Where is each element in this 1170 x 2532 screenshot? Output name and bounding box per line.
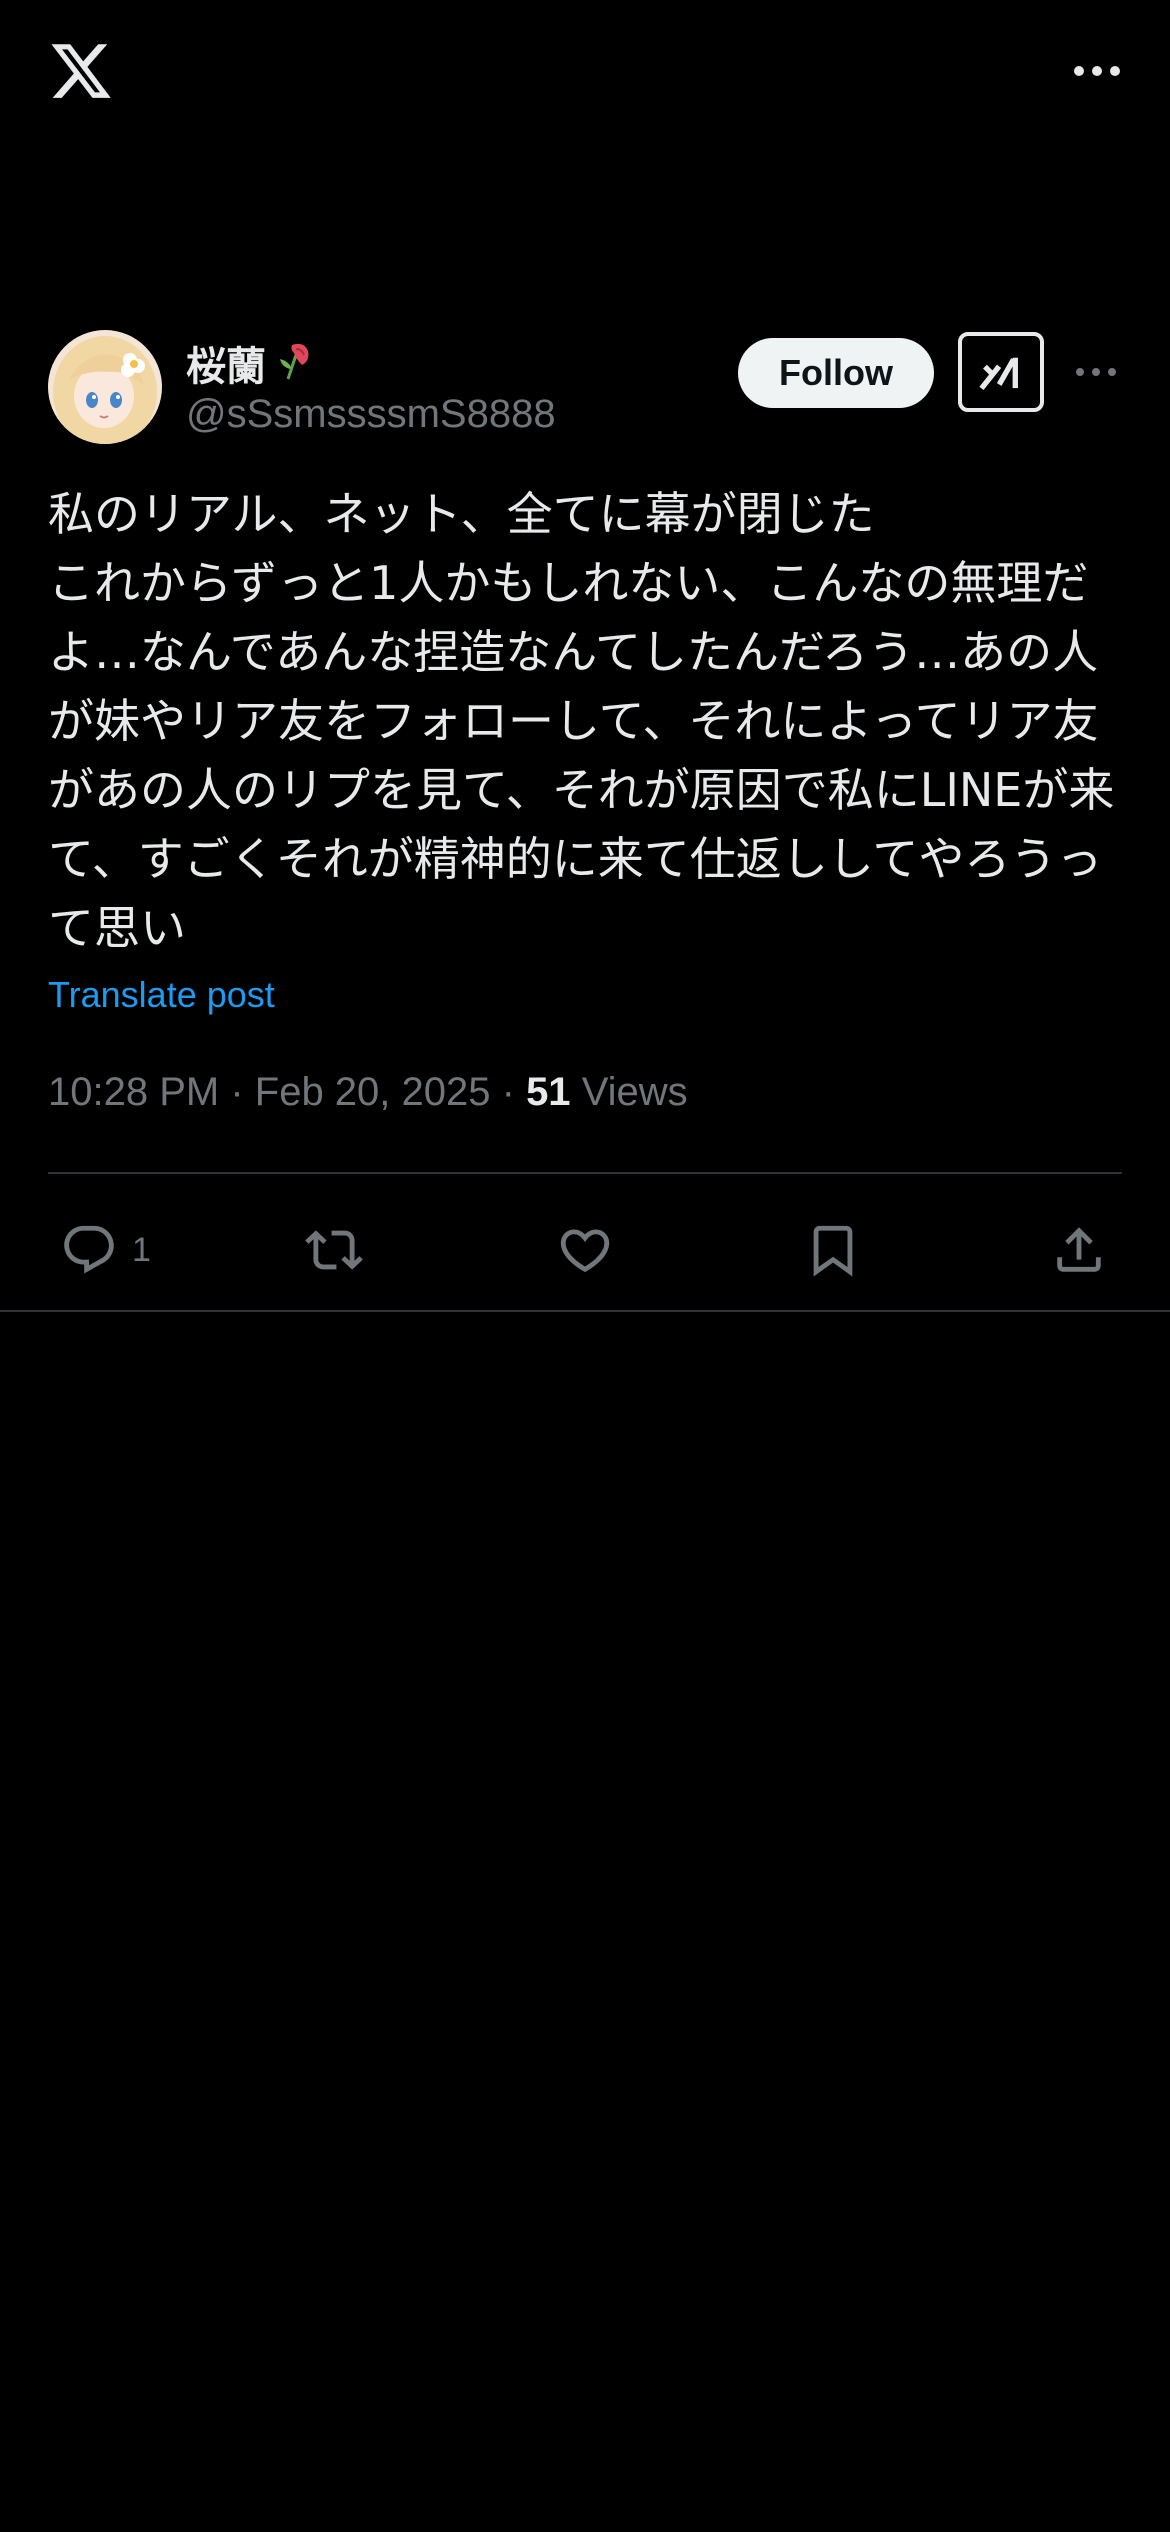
top-bar <box>0 0 1170 150</box>
action-bar: 1 <box>0 1210 1170 1290</box>
bookmark-icon <box>813 1225 853 1277</box>
name-row: 桜蘭 <box>186 334 314 392</box>
like-button[interactable] <box>556 1210 614 1290</box>
share-icon <box>1057 1227 1101 1272</box>
meta-separator: · <box>490 1070 527 1114</box>
grok-icon <box>979 357 1018 391</box>
repost-icon <box>305 1230 363 1270</box>
divider <box>48 1172 1122 1174</box>
views-count: 51 <box>526 1070 571 1114</box>
reply-count: 1 <box>132 1230 151 1269</box>
display-name[interactable]: 桜蘭 <box>186 334 266 392</box>
heart-icon <box>560 1229 610 1273</box>
post-date[interactable]: Feb 20, 2025 <box>255 1070 491 1115</box>
views-label: Views <box>581 1070 688 1114</box>
wilted-rose-emoji <box>274 339 314 388</box>
x-logo-icon[interactable] <box>46 38 116 104</box>
handle[interactable]: @sSsmssssmS8888 <box>186 392 556 437</box>
more-horizontal-icon[interactable] <box>1072 56 1122 86</box>
repost-button[interactable] <box>305 1210 363 1290</box>
bookmark-button[interactable] <box>804 1210 862 1290</box>
reply-icon <box>64 1225 114 1274</box>
meta-separator: · <box>219 1070 255 1114</box>
follow-button[interactable]: Follow <box>738 338 934 408</box>
views-label <box>571 1070 582 1115</box>
translate-post-link[interactable]: Translate post <box>48 974 275 1016</box>
reply-button[interactable]: 1 <box>60 1210 151 1290</box>
avatar[interactable] <box>48 330 162 444</box>
divider <box>0 1310 1170 1312</box>
share-button[interactable] <box>1050 1210 1108 1290</box>
post-time[interactable]: 10:28 PM <box>48 1070 219 1115</box>
post-meta: 10:28 PM · Feb 20, 2025 · 51 Views <box>48 1070 688 1115</box>
grok-button[interactable] <box>958 332 1044 412</box>
post-text: 私のリアル、ネット、全てに幕が閉じた これからずっと1人かもしれない、こんなの無… <box>48 487 1115 955</box>
more-horizontal-icon[interactable] <box>1074 360 1118 384</box>
